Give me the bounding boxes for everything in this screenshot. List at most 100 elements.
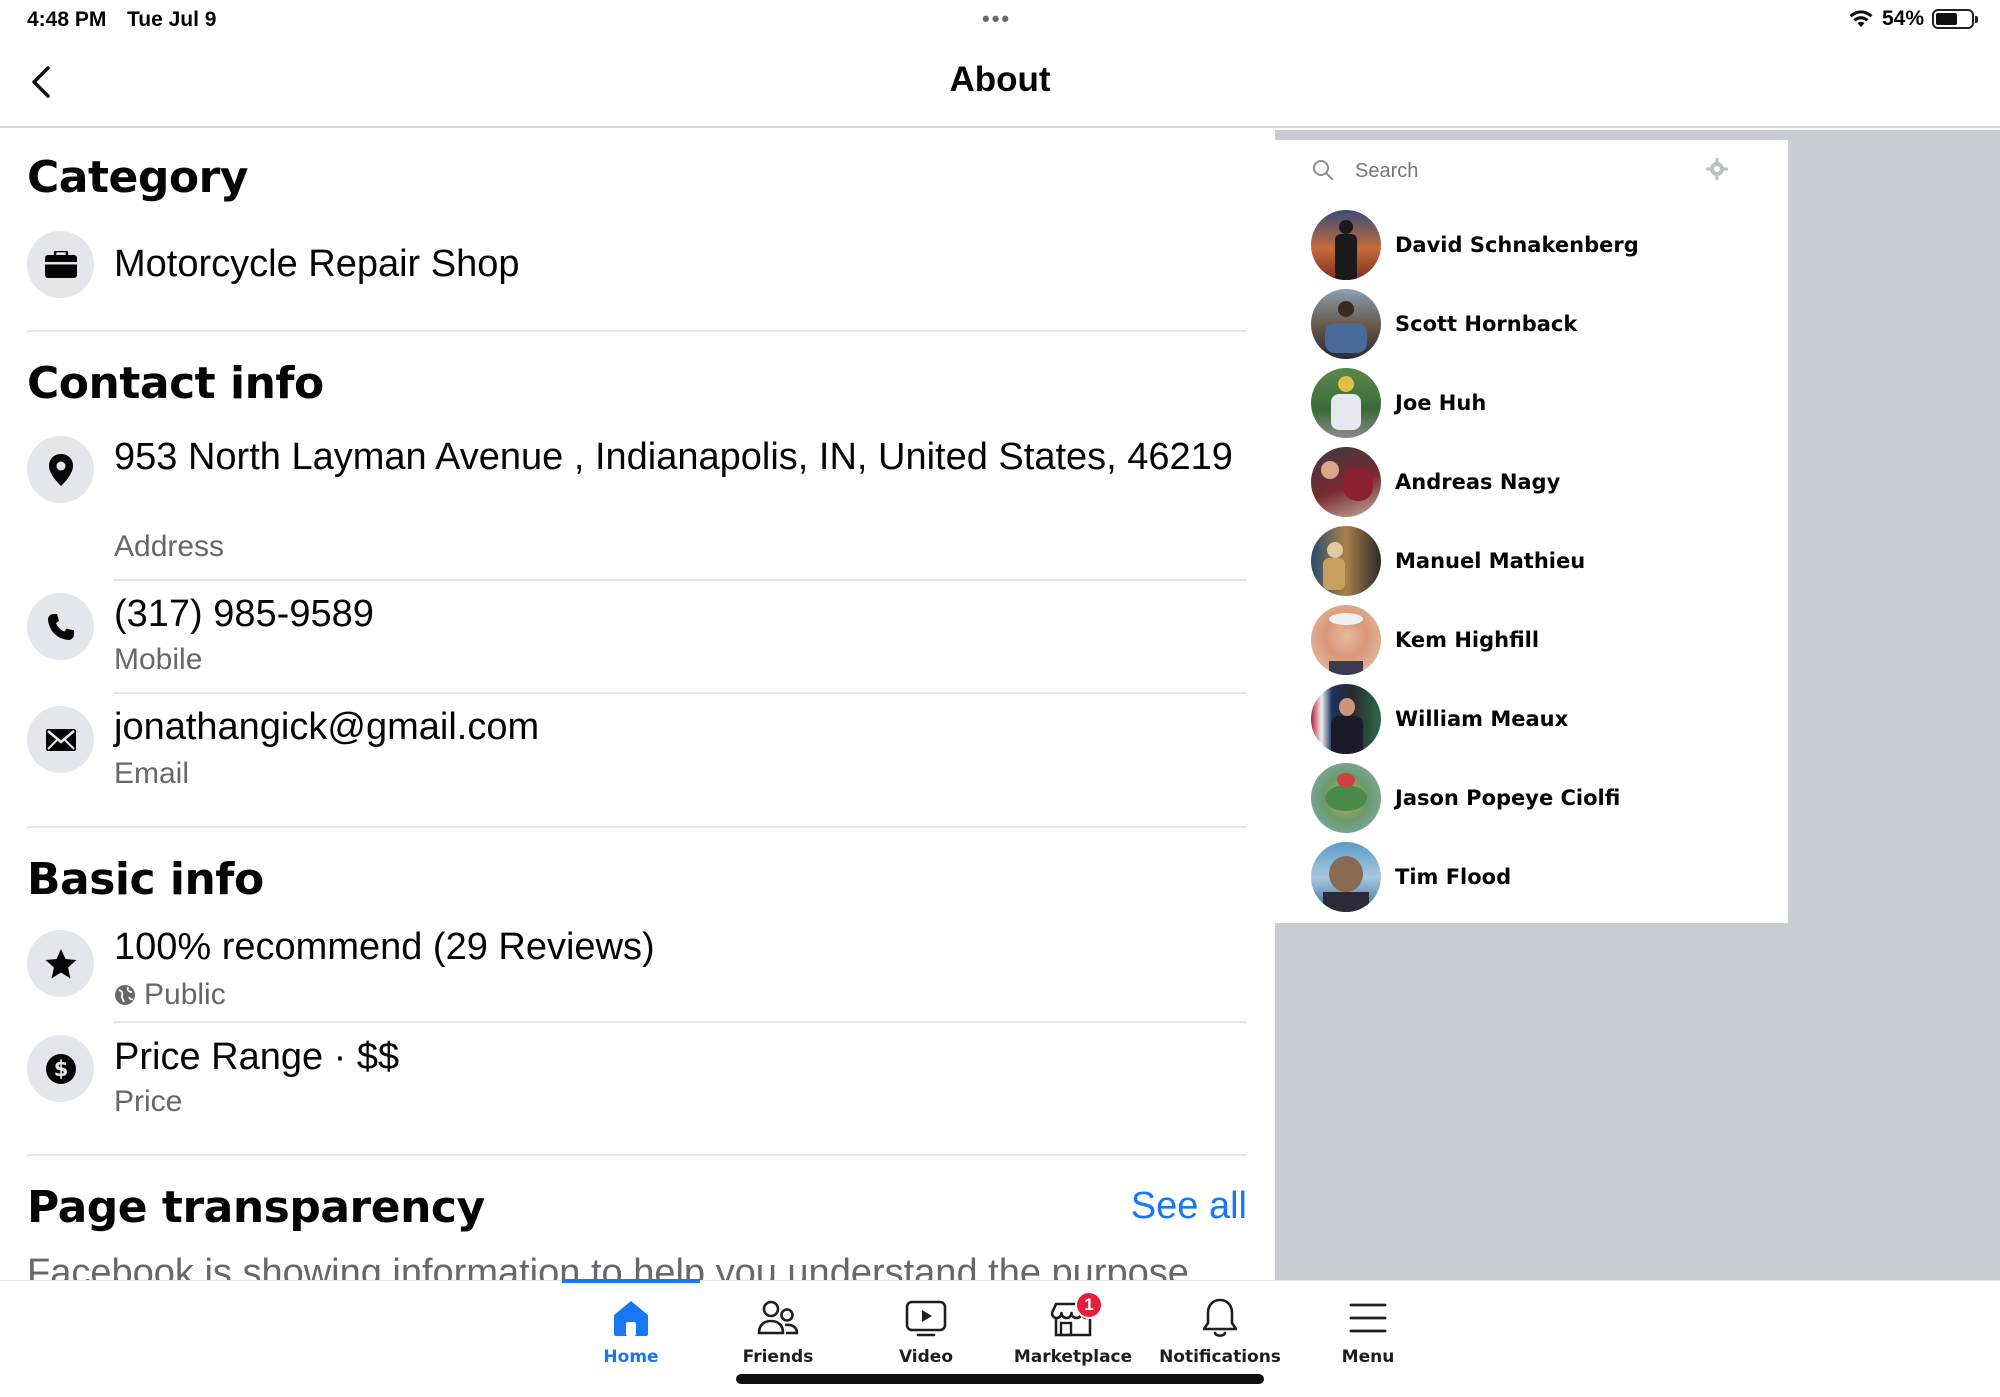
category-heading: Category [27,152,248,203]
home-icon [614,1301,648,1336]
contacts-search-bar [1275,140,1788,200]
phone-label: Mobile [114,643,203,676]
phone-icon-circle [27,593,94,660]
rating-icon-circle [27,930,94,997]
multitasking-dots-icon[interactable]: ••• [982,6,1011,32]
briefcase-icon [44,250,77,278]
row-divider [113,579,1247,581]
tab-home-label: Home [603,1347,659,1367]
see-all-link[interactable]: See all [1131,1185,1247,1228]
contact-name: Scott Hornback [1395,312,1578,336]
avatar [1311,210,1381,280]
contact-name: Manuel Mathieu [1395,549,1586,573]
avatar [1311,526,1381,596]
tab-friends[interactable]: Friends [708,1295,848,1375]
basic-info-heading: Basic info [27,854,264,905]
category-icon-circle [27,231,94,298]
contact-name: Tim Flood [1395,865,1512,889]
globe-icon [115,985,135,1005]
address-label: Address [114,530,225,563]
status-time: 4:48 PM [27,8,107,31]
rating-visibility-label: Public [144,978,226,1011]
contact-name: David Schnakenberg [1395,233,1639,257]
section-divider [27,1154,1247,1156]
dollar-circle-icon: $ [45,1053,76,1084]
email-label: Email [114,757,190,790]
category-value: Motorcycle Repair Shop [114,243,520,285]
wifi-icon [1849,10,1873,27]
page-header: About [0,40,2000,128]
hamburger-menu-icon [1349,1303,1387,1333]
row-divider [113,692,1247,694]
svg-text:$: $ [53,1057,68,1081]
contact-name: Jason Popeye Ciolfi [1395,786,1621,810]
contact-name: Andreas Nagy [1395,470,1561,494]
email-icon-circle [27,706,94,773]
section-divider [27,826,1247,828]
tab-video-label: Video [898,1347,954,1367]
about-content: Category Motorcycle Repair Shop Contact … [0,130,1275,1280]
tab-menu[interactable]: Menu [1298,1295,1438,1375]
tab-notifications-label: Notifications [1159,1347,1281,1367]
page-transparency-heading: Page transparency [27,1182,485,1233]
address-icon-circle [27,436,94,503]
active-tab-indicator [562,1279,700,1283]
avatar [1311,289,1381,359]
transparency-description: Facebook is showing information to help … [27,1252,1189,1280]
tab-home[interactable]: Home [561,1295,701,1375]
bell-icon [1202,1298,1238,1337]
section-divider [27,330,1247,332]
battery-icon [1932,9,1978,29]
tab-friends-label: Friends [742,1347,814,1367]
contacts-search-input[interactable] [1355,154,1695,188]
contact-item[interactable]: Manuel Mathieu [1311,526,1771,596]
contact-item[interactable]: Kem Highfill [1311,605,1771,675]
gear-icon[interactable] [1705,157,1729,181]
contact-item[interactable]: Joe Huh [1311,368,1771,438]
status-bar: 4:48 PM Tue Jul 9 ••• 54% [0,0,2000,40]
phone-value[interactable]: (317) 985-9589 [114,592,1234,637]
contact-name: Joe Huh [1395,391,1487,415]
status-date: Tue Jul 9 [127,8,217,31]
contact-name: William Meaux [1395,707,1569,731]
avatar [1311,842,1381,912]
battery-percent: 54% [1881,7,1924,30]
video-icon [905,1300,947,1337]
contact-item[interactable]: David Schnakenberg [1311,210,1771,280]
row-divider [113,1021,1247,1023]
home-indicator[interactable] [736,1374,1264,1384]
location-pin-icon [48,453,73,486]
rating-value[interactable]: 100% recommend (29 Reviews) [114,925,1234,970]
avatar [1311,447,1381,517]
contact-item[interactable]: Scott Hornback [1311,289,1771,359]
contact-item[interactable]: Tim Flood [1311,842,1771,912]
price-value: Price Range · $$ [114,1036,400,1078]
star-icon [45,948,76,978]
price-label: Price [114,1085,183,1118]
envelope-icon [45,728,76,751]
search-icon [1313,160,1333,180]
tab-video[interactable]: Video [856,1295,996,1375]
contacts-panel: David Schnakenberg Scott Hornback Joe Hu… [1275,140,1788,923]
marketplace-badge: 1 [1075,1291,1103,1319]
page-title: About [949,60,1051,99]
avatar [1311,763,1381,833]
contact-item[interactable]: Jason Popeye Ciolfi [1311,763,1771,833]
status-right: 54% [1848,7,1978,31]
tab-notifications[interactable]: Notifications [1150,1295,1290,1375]
tab-menu-label: Menu [1341,1347,1395,1367]
phone-icon [47,613,74,640]
contact-item[interactable]: Andreas Nagy [1311,447,1771,517]
contact-item[interactable]: William Meaux [1311,684,1771,754]
avatar [1311,368,1381,438]
rating-visibility: Public [114,978,226,1012]
friends-icon [757,1300,799,1335]
tab-marketplace[interactable]: 1 Marketplace [1003,1291,1143,1375]
tab-marketplace-label: Marketplace [1013,1347,1133,1367]
avatar [1311,605,1381,675]
address-value[interactable]: 953 North Layman Avenue , Indianapolis, … [114,435,1234,480]
contact-name: Kem Highfill [1395,628,1540,652]
price-icon-circle: $ [27,1035,94,1102]
email-value[interactable]: jonathangick@gmail.com [114,705,1234,750]
contact-heading: Contact info [27,358,324,409]
